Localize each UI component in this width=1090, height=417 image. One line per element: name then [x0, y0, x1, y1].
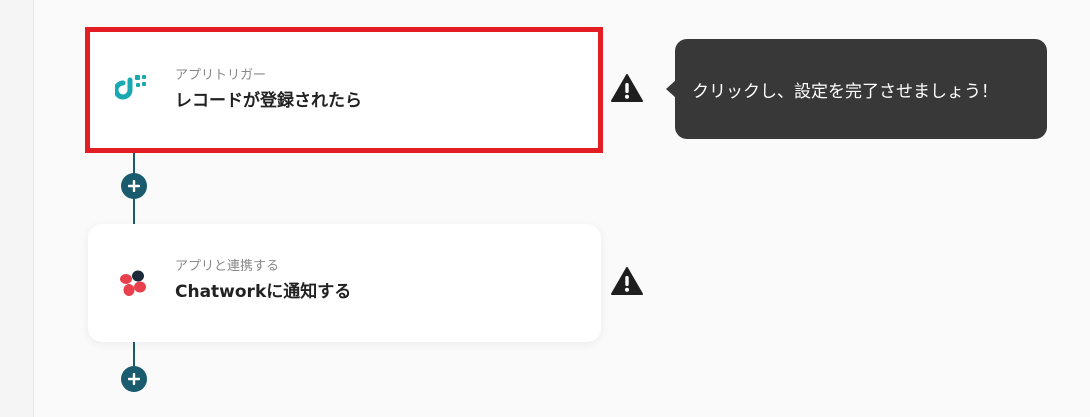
plus-icon — [128, 180, 140, 192]
kintone-like-icon — [115, 72, 151, 108]
step-type-label: アプリトリガー — [175, 68, 267, 83]
warning-icon[interactable] — [610, 266, 644, 296]
left-panel-edge — [0, 0, 34, 417]
step-type-label: アプリと連携する — [175, 259, 280, 274]
step-title: Chatworkに通知する — [175, 282, 352, 302]
step-title: レコードが登録されたら — [175, 91, 362, 111]
action-step-card[interactable]: アプリと連携する Chatworkに通知する — [88, 224, 601, 342]
tooltip-text: クリックし、設定を完了させましょう！ — [692, 81, 998, 102]
add-step-button[interactable] — [121, 173, 147, 199]
add-step-button[interactable] — [121, 366, 147, 392]
step-text: アプリと連携する Chatworkに通知する — [175, 259, 351, 303]
chatwork-icon — [116, 265, 152, 301]
plus-icon — [128, 373, 140, 385]
step-text: アプリトリガー レコードが登録されたら — [175, 68, 362, 112]
warning-icon[interactable] — [610, 73, 644, 103]
setup-hint-tooltip: クリックし、設定を完了させましょう！ — [666, 39, 1047, 139]
trigger-step-card[interactable]: アプリトリガー レコードが登録されたら — [85, 27, 603, 153]
